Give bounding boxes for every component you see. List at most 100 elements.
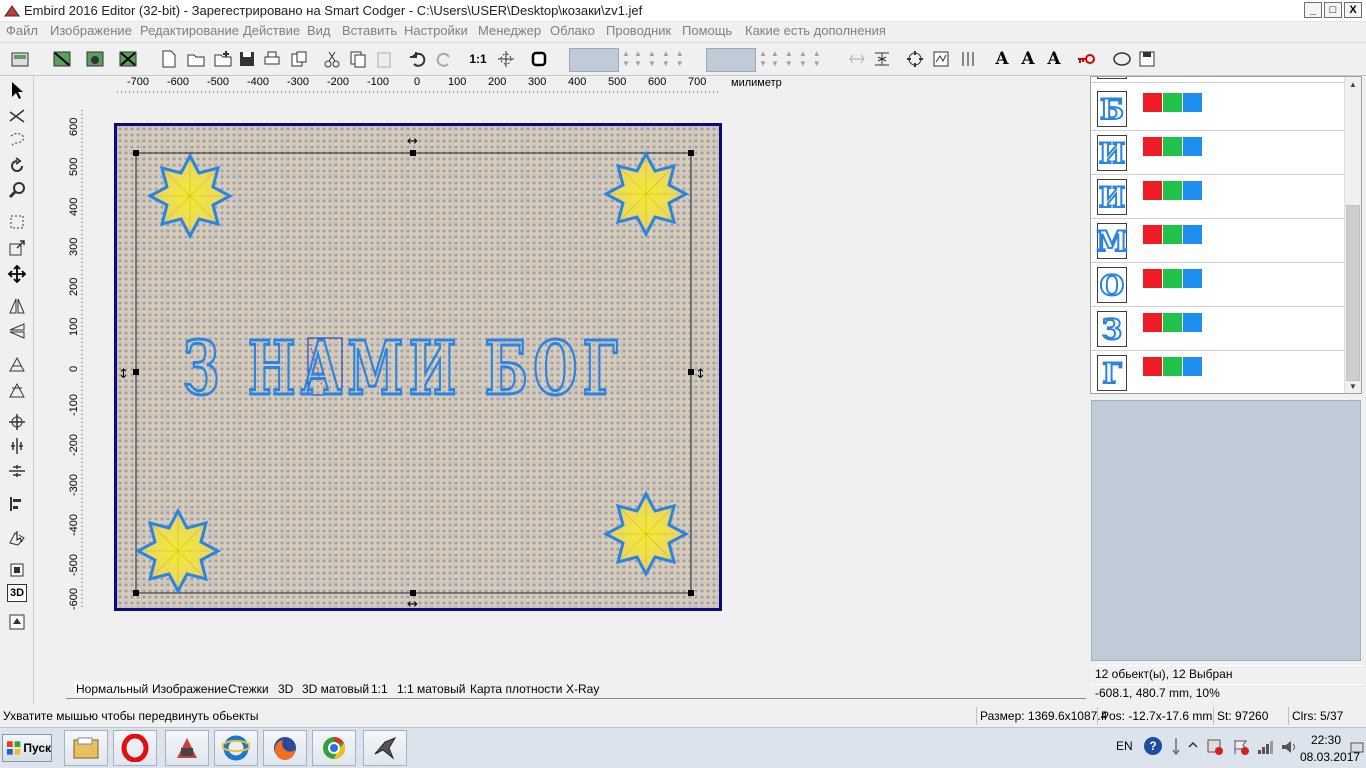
color-swatch-red[interactable]	[1143, 93, 1162, 112]
color-swatch-red[interactable]	[1143, 137, 1162, 156]
skew-h-icon[interactable]	[5, 352, 29, 376]
open-file-icon[interactable]	[184, 47, 208, 71]
save-icon[interactable]	[235, 47, 259, 71]
color-swatch-red[interactable]	[1143, 181, 1162, 200]
tab-image[interactable]: Изображение	[152, 682, 228, 696]
tab-1to1[interactable]: 1:1	[371, 682, 388, 696]
align-left-icon[interactable]	[5, 492, 29, 516]
one-to-one-button[interactable]: 1:1	[466, 47, 490, 71]
menu-addons[interactable]: Какие есть дополнения	[745, 23, 886, 38]
star-bottom-left[interactable]	[134, 507, 222, 595]
color-swatch-green[interactable]	[1163, 313, 1182, 332]
star-top-right[interactable]	[602, 150, 690, 238]
resize-h-bottom-icon[interactable]: ↔	[407, 597, 418, 608]
list-item[interactable]: М	[1091, 219, 1345, 263]
pointer-tool-icon[interactable]	[5, 78, 29, 102]
tab-3d[interactable]: 3D	[278, 682, 293, 696]
print-icon[interactable]	[260, 47, 284, 71]
tray-security-icon[interactable]	[1206, 738, 1224, 756]
menu-insert[interactable]: Вставить	[342, 23, 397, 38]
menu-image[interactable]: Изображение	[50, 23, 132, 38]
align-icon[interactable]	[956, 47, 980, 71]
color-swatch-blue[interactable]	[1183, 357, 1202, 376]
color-swatch-green[interactable]	[1163, 225, 1182, 244]
grid-icon[interactable]	[116, 47, 140, 71]
scrollbar-thumb[interactable]	[1346, 205, 1360, 381]
scroll-down-icon[interactable]: ▼	[1345, 379, 1361, 393]
star-top-left[interactable]	[146, 152, 234, 240]
color-swatch-blue[interactable]	[1183, 225, 1202, 244]
menu-action[interactable]: Действие	[243, 23, 300, 38]
v-center-icon[interactable]	[5, 459, 29, 483]
help-icon[interactable]: ?	[1144, 737, 1162, 755]
mirror-v-icon[interactable]	[5, 319, 29, 343]
3d-view-button[interactable]: 3D	[7, 584, 27, 602]
list-item[interactable]: Г	[1091, 351, 1345, 393]
color-swatch-green[interactable]	[1163, 181, 1182, 200]
design-text[interactable]: З НАМИ БОГ	[182, 325, 623, 414]
paste-icon[interactable]	[372, 47, 396, 71]
show-desktop-icon[interactable]	[1350, 740, 1364, 754]
menu-edit[interactable]: Редактирование	[140, 23, 239, 38]
embroidery-hoop[interactable]: ↔ ↔ ↕ ↕ З НАМИ БОГ	[114, 123, 722, 611]
color-swatch-green[interactable]	[1163, 269, 1182, 288]
stop-icon[interactable]	[527, 47, 551, 71]
menu-file[interactable]: Файл	[6, 23, 38, 38]
layer-icon[interactable]	[5, 558, 29, 582]
hide-stitches-icon[interactable]	[50, 47, 74, 71]
firefox-icon[interactable]	[263, 730, 307, 766]
center-align-icon[interactable]	[5, 410, 29, 434]
ie-icon[interactable]	[214, 730, 258, 766]
height-adjust-icons[interactable]: ▲▲▲▲ ▼▼▼▼	[771, 49, 827, 69]
undo-icon[interactable]	[406, 47, 430, 71]
skew-v-icon[interactable]	[5, 378, 29, 402]
lasso-icon[interactable]	[1110, 47, 1134, 71]
embird-icon[interactable]	[165, 730, 209, 766]
list-item[interactable]: О	[1091, 263, 1345, 307]
tab-xray[interactable]: X-Ray	[566, 682, 599, 696]
color-swatch-red[interactable]	[1143, 225, 1162, 244]
width-adjust-icons[interactable]: ▲▲▲▲ ▼▼▼▼	[634, 49, 690, 69]
start-button[interactable]: Пуск	[2, 734, 52, 762]
tab-density-map[interactable]: Карта плотности	[470, 682, 562, 696]
tray-expand-icon[interactable]	[1188, 740, 1198, 750]
tab-stitches[interactable]: Стежки	[228, 682, 269, 696]
language-indicator[interactable]: EN	[1116, 739, 1133, 753]
menu-help[interactable]: Помощь	[682, 23, 732, 38]
list-item-partial[interactable]	[1091, 77, 1345, 83]
rect-select-icon[interactable]	[5, 210, 29, 234]
bird-app-icon[interactable]	[363, 730, 407, 766]
h-center-icon[interactable]	[5, 434, 29, 458]
chrome-icon[interactable]	[312, 730, 356, 766]
color-swatch-green[interactable]	[1163, 357, 1182, 376]
lasso-select-icon[interactable]	[5, 128, 29, 152]
text-tool-3[interactable]: A	[1042, 47, 1066, 71]
new-file-icon[interactable]	[157, 47, 181, 71]
star-bottom-right[interactable]	[602, 490, 690, 578]
opera-icon[interactable]	[113, 730, 157, 766]
maximize-button[interactable]: □	[1324, 2, 1342, 18]
stitch-density-icon[interactable]	[929, 47, 953, 71]
color-swatch-green[interactable]	[1163, 137, 1182, 156]
text-tool-1[interactable]: A	[990, 47, 1014, 71]
insert-file-icon[interactable]	[211, 47, 235, 71]
scissors-tool-icon[interactable]	[5, 104, 29, 128]
resize-h-top-icon[interactable]: ↔	[407, 134, 418, 149]
text-tool-2[interactable]: A	[1016, 47, 1040, 71]
move-tool-icon[interactable]	[5, 262, 29, 286]
file-manager-icon[interactable]	[64, 730, 108, 766]
close-button[interactable]: X	[1344, 2, 1362, 18]
save-small-icon[interactable]	[1135, 47, 1159, 71]
tray-flag-icon[interactable]	[1232, 738, 1250, 756]
optimize-icon[interactable]	[903, 47, 927, 71]
key-icon[interactable]	[1074, 47, 1098, 71]
design-canvas[interactable]: ↔ ↔ ↕ ↕ З НАМИ БОГ	[117, 126, 719, 608]
center-icon[interactable]	[494, 47, 518, 71]
tray-network-icon[interactable]	[1256, 738, 1274, 756]
clock-time[interactable]: 22:30	[1311, 733, 1341, 747]
stamp-icon[interactable]	[5, 610, 29, 634]
camera-icon[interactable]	[83, 47, 107, 71]
list-item[interactable]: Б	[1091, 87, 1345, 131]
list-item[interactable]: З	[1091, 307, 1345, 351]
copy-icon[interactable]	[346, 47, 370, 71]
